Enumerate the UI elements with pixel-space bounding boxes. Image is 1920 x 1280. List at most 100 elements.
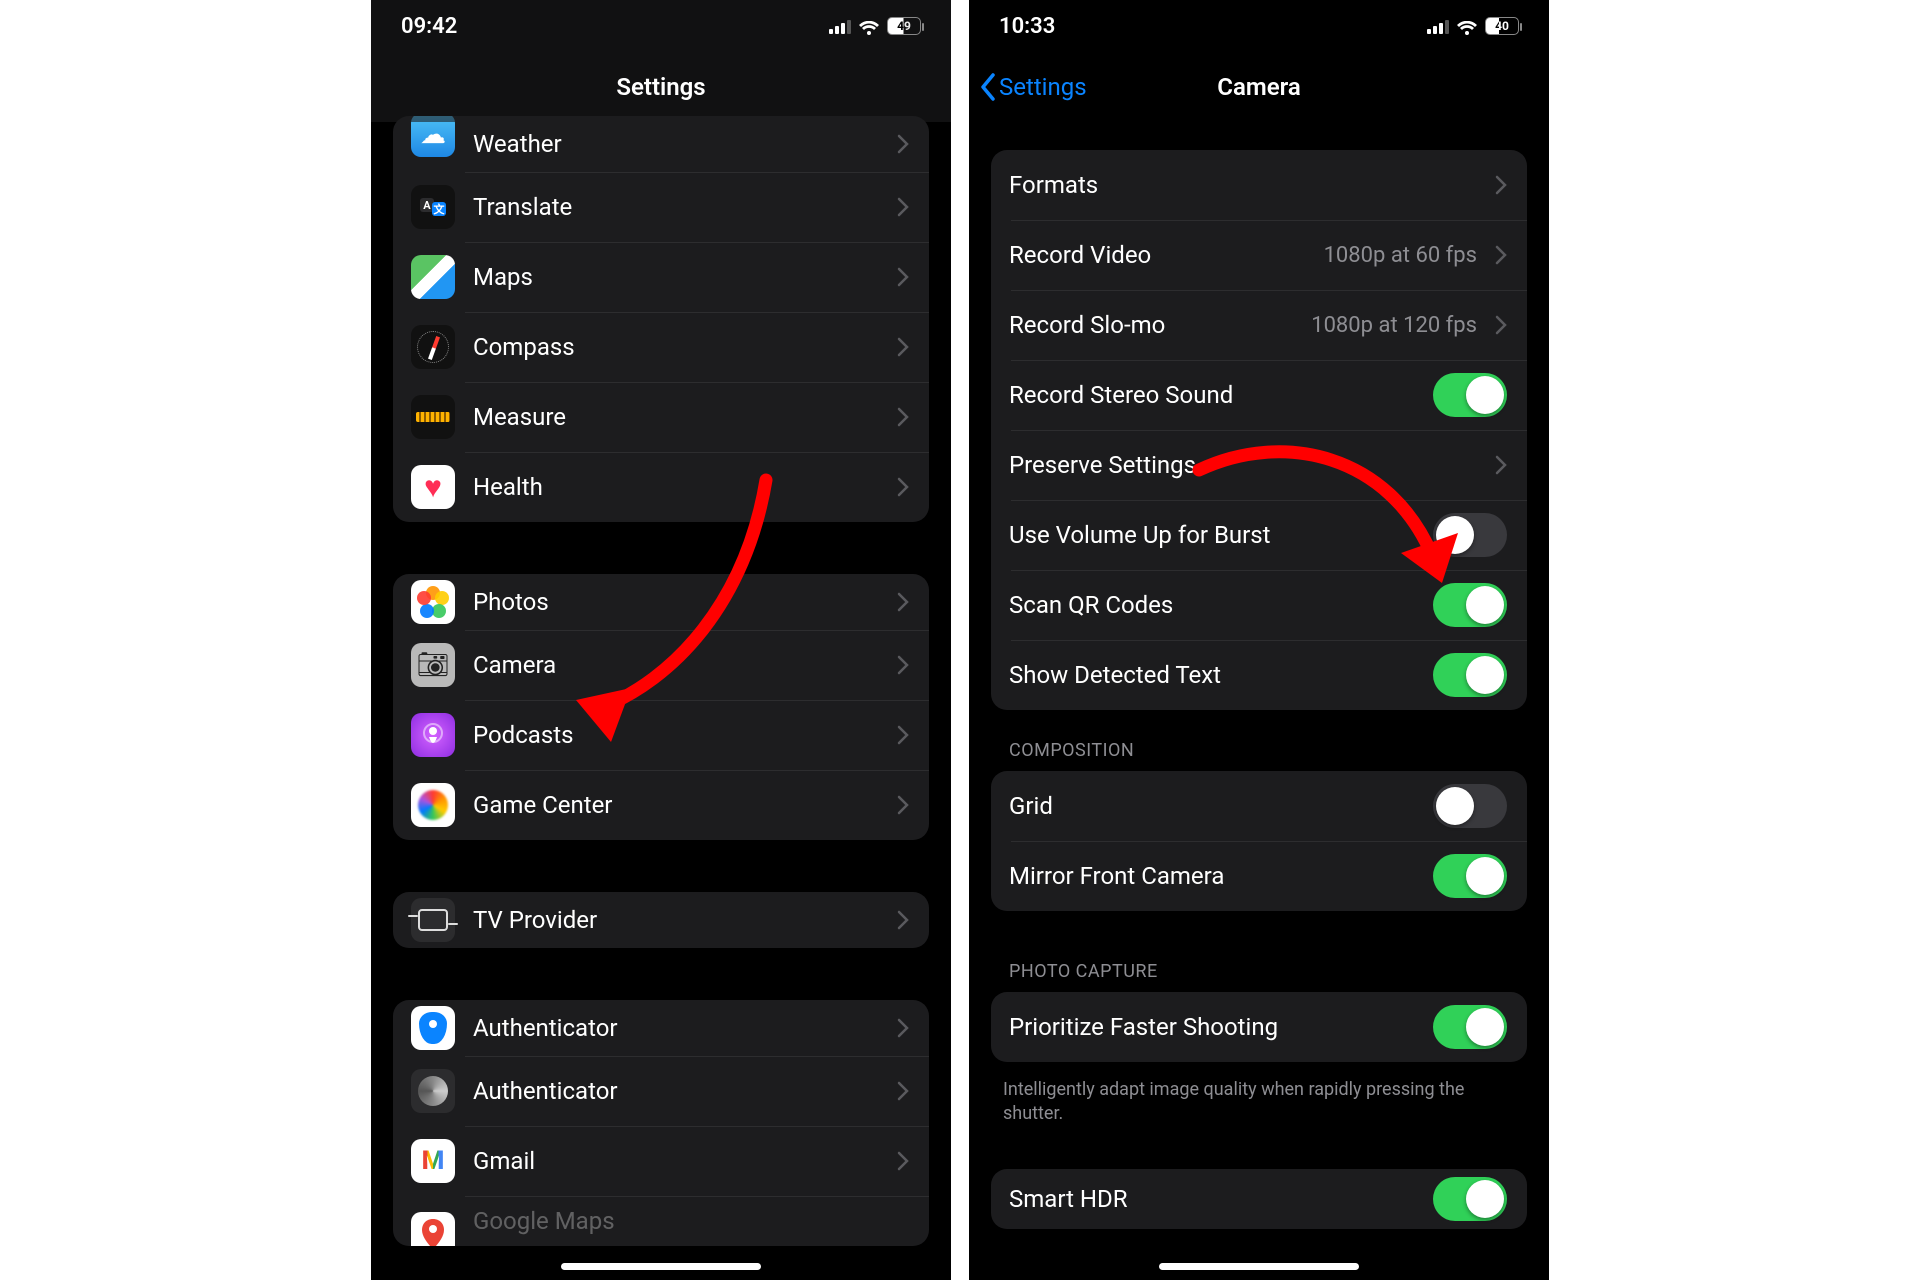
chevron-right-icon [897, 1018, 909, 1038]
gmail-icon: M [411, 1139, 455, 1183]
row-label: Gmail [473, 1147, 879, 1175]
measure-icon [411, 395, 455, 439]
chevron-right-icon [897, 197, 909, 217]
back-button[interactable]: Settings [979, 52, 1087, 122]
row-maps[interactable]: Maps [393, 242, 929, 312]
row-label: Scan QR Codes [1009, 591, 1415, 619]
row-label: Podcasts [473, 721, 879, 749]
toggle-smart-hdr[interactable] [1433, 1177, 1507, 1221]
row-label: Use Volume Up for Burst [1009, 521, 1415, 549]
row-camera[interactable]: 📷︎ Camera [393, 630, 929, 700]
row-label: Preserve Settings [1009, 451, 1477, 479]
screenshot-camera-settings: Formats Record Video 1080p at 60 fps Rec… [969, 0, 1549, 1280]
chevron-right-icon [897, 592, 909, 612]
row-faster-shooting: Prioritize Faster Shooting [991, 992, 1527, 1062]
row-label: TV Provider [473, 906, 879, 934]
page-title: Camera [1217, 73, 1300, 101]
compass-icon [411, 325, 455, 369]
row-gmail[interactable]: M Gmail [393, 1126, 929, 1196]
row-smart-hdr: Smart HDR [991, 1169, 1527, 1229]
battery-icon: 40 [1485, 17, 1519, 35]
maps-icon [411, 255, 455, 299]
row-value: 1080p at 120 fps [1311, 313, 1477, 338]
row-preserve-settings[interactable]: Preserve Settings [991, 430, 1527, 500]
row-label: Compass [473, 333, 879, 361]
googlemaps-icon [411, 1212, 455, 1246]
chevron-right-icon [897, 337, 909, 357]
chevron-right-icon [897, 407, 909, 427]
row-tvprovider[interactable]: TV Provider [393, 892, 929, 948]
chevron-right-icon [897, 1081, 909, 1101]
row-health[interactable]: ♥ Health [393, 452, 929, 522]
row-volume-burst: Use Volume Up for Burst [991, 500, 1527, 570]
back-label: Settings [999, 73, 1087, 101]
row-label: Record Slo-mo [1009, 311, 1293, 339]
row-label: Mirror Front Camera [1009, 862, 1415, 890]
row-label: Authenticator [473, 1077, 879, 1105]
row-translate[interactable]: A文 Translate [393, 172, 929, 242]
toggle-stereo-sound[interactable] [1433, 373, 1507, 417]
svg-text:A: A [423, 199, 431, 212]
podcasts-icon [411, 713, 455, 757]
chevron-right-icon [1495, 245, 1507, 265]
nav-bar: Settings Camera [969, 52, 1549, 122]
health-icon: ♥ [411, 465, 455, 509]
status-time: 10:33 [999, 14, 1055, 39]
row-label: Game Center [473, 791, 879, 819]
nav-bar: Settings [371, 52, 951, 122]
row-mirror-front: Mirror Front Camera [991, 841, 1527, 911]
row-compass[interactable]: Compass [393, 312, 929, 382]
row-authenticator-2[interactable]: Authenticator [393, 1056, 929, 1126]
home-indicator [561, 1263, 761, 1270]
toggle-volume-burst[interactable] [1433, 513, 1507, 557]
row-record-video[interactable]: Record Video 1080p at 60 fps [991, 220, 1527, 290]
chevron-right-icon [897, 795, 909, 815]
camera-icon: 📷︎ [411, 643, 455, 687]
toggle-scan-qr[interactable] [1433, 583, 1507, 627]
authenticator-icon [411, 1069, 455, 1113]
row-podcasts[interactable]: Podcasts [393, 700, 929, 770]
row-label: Authenticator [473, 1014, 879, 1042]
status-time: 09:42 [401, 14, 457, 39]
row-googlemaps[interactable]: Google Maps [393, 1196, 929, 1246]
tvprovider-icon [411, 898, 455, 942]
chevron-right-icon [897, 725, 909, 745]
chevron-right-icon [897, 1151, 909, 1171]
page-title: Settings [616, 73, 705, 101]
photos-icon [411, 580, 455, 624]
row-value: 1080p at 60 fps [1324, 243, 1477, 268]
toggle-mirror-front[interactable] [1433, 854, 1507, 898]
chevron-right-icon [1495, 455, 1507, 475]
row-label: Measure [473, 403, 879, 431]
row-record-slomo[interactable]: Record Slo-mo 1080p at 120 fps [991, 290, 1527, 360]
chevron-right-icon [897, 910, 909, 930]
chevron-right-icon [897, 134, 909, 154]
row-stereo-sound: Record Stereo Sound [991, 360, 1527, 430]
toggle-detected-text[interactable] [1433, 653, 1507, 697]
row-label: Formats [1009, 171, 1477, 199]
row-label: Health [473, 473, 879, 501]
status-bar: 09:42 49 [371, 0, 951, 52]
chevron-right-icon [1495, 175, 1507, 195]
row-label: Photos [473, 588, 879, 616]
row-label: Translate [473, 193, 879, 221]
battery-icon: 49 [887, 17, 921, 35]
row-weather[interactable]: ☁︎ Weather [393, 116, 929, 172]
svg-text:文: 文 [434, 202, 446, 216]
chevron-right-icon [897, 655, 909, 675]
status-bar: 10:33 40 [969, 0, 1549, 52]
row-scan-qr: Scan QR Codes [991, 570, 1527, 640]
gamecenter-icon [411, 783, 455, 827]
row-formats[interactable]: Formats [991, 150, 1527, 220]
toggle-grid[interactable] [1433, 784, 1507, 828]
row-measure[interactable]: Measure [393, 382, 929, 452]
cellular-icon [1427, 18, 1449, 34]
row-gamecenter[interactable]: Game Center [393, 770, 929, 840]
translate-icon: A文 [411, 185, 455, 229]
row-label: Smart HDR [1009, 1185, 1415, 1213]
row-photos[interactable]: Photos [393, 574, 929, 630]
toggle-faster-shooting[interactable] [1433, 1005, 1507, 1049]
row-authenticator-1[interactable]: Authenticator [393, 1000, 929, 1056]
footnote-faster-shooting: Intelligently adapt image quality when r… [969, 1068, 1549, 1127]
chevron-right-icon [897, 267, 909, 287]
